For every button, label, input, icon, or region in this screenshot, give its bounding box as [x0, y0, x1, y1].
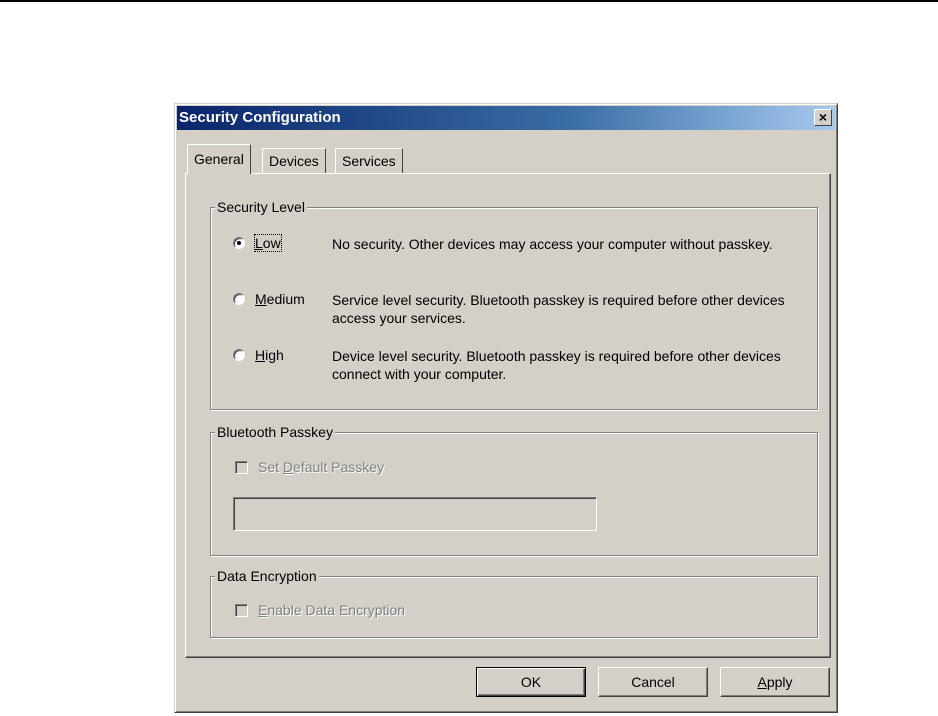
close-icon: ×	[818, 109, 828, 125]
security-level-label: Security Level	[215, 198, 307, 216]
ok-button-label: OK	[520, 674, 542, 690]
tab-general[interactable]: General	[187, 144, 251, 174]
radio-medium-description: Service level security. Bluetooth passke…	[332, 292, 785, 326]
radio-row-high: High Device level security. Bluetooth pa…	[233, 347, 813, 387]
data-encryption-label: Data Encryption	[215, 567, 319, 585]
general-tab-panel: Security Level Low No security. Other de…	[185, 173, 831, 658]
tab-devices-label: Devices	[269, 153, 319, 169]
set-default-passkey-checkbox[interactable]	[235, 461, 248, 474]
radio-high-description: Device level security. Bluetooth passkey…	[332, 348, 781, 382]
radio-low[interactable]	[233, 237, 245, 249]
radio-medium[interactable]	[233, 293, 245, 305]
top-rule-line	[0, 0, 938, 2]
bluetooth-passkey-group: Bluetooth Passkey Set Default Passkey	[210, 423, 818, 556]
tab-services[interactable]: Services	[335, 148, 403, 174]
data-encryption-group: Data Encryption Enable Data Encryption	[210, 567, 818, 638]
radio-low-description: No security. Other devices may access yo…	[332, 236, 773, 252]
security-configuration-dialog: Security Configuration × Devices Service…	[174, 103, 838, 713]
set-default-passkey-label[interactable]: Set Default Passkey	[258, 459, 384, 475]
enable-data-encryption-checkbox[interactable]	[235, 604, 248, 617]
radio-high[interactable]	[233, 349, 245, 361]
apply-button[interactable]: Apply	[720, 667, 830, 697]
security-level-group: Security Level Low No security. Other de…	[210, 198, 818, 410]
close-button[interactable]: ×	[814, 109, 832, 126]
passkey-input[interactable]	[233, 497, 597, 531]
radio-low-label[interactable]: Low	[254, 234, 282, 252]
tab-general-label: General	[194, 151, 244, 167]
tab-devices[interactable]: Devices	[262, 148, 326, 174]
radio-row-low: Low No security. Other devices may acces…	[233, 234, 813, 275]
title-bar[interactable]: Security Configuration ×	[177, 106, 835, 130]
cancel-button[interactable]: Cancel	[598, 667, 708, 697]
radio-row-medium: Medium Service level security. Bluetooth…	[233, 291, 813, 331]
ok-button[interactable]: OK	[476, 667, 586, 697]
apply-button-label: Apply	[757, 674, 793, 690]
bluetooth-passkey-label: Bluetooth Passkey	[215, 423, 335, 441]
dialog-title: Security Configuration	[179, 109, 341, 126]
radio-medium-label[interactable]: Medium	[255, 291, 305, 307]
tab-services-label: Services	[342, 153, 396, 169]
cancel-button-label: Cancel	[631, 674, 675, 690]
radio-high-label[interactable]: High	[255, 347, 284, 363]
enable-data-encryption-label[interactable]: Enable Data Encryption	[258, 602, 405, 618]
